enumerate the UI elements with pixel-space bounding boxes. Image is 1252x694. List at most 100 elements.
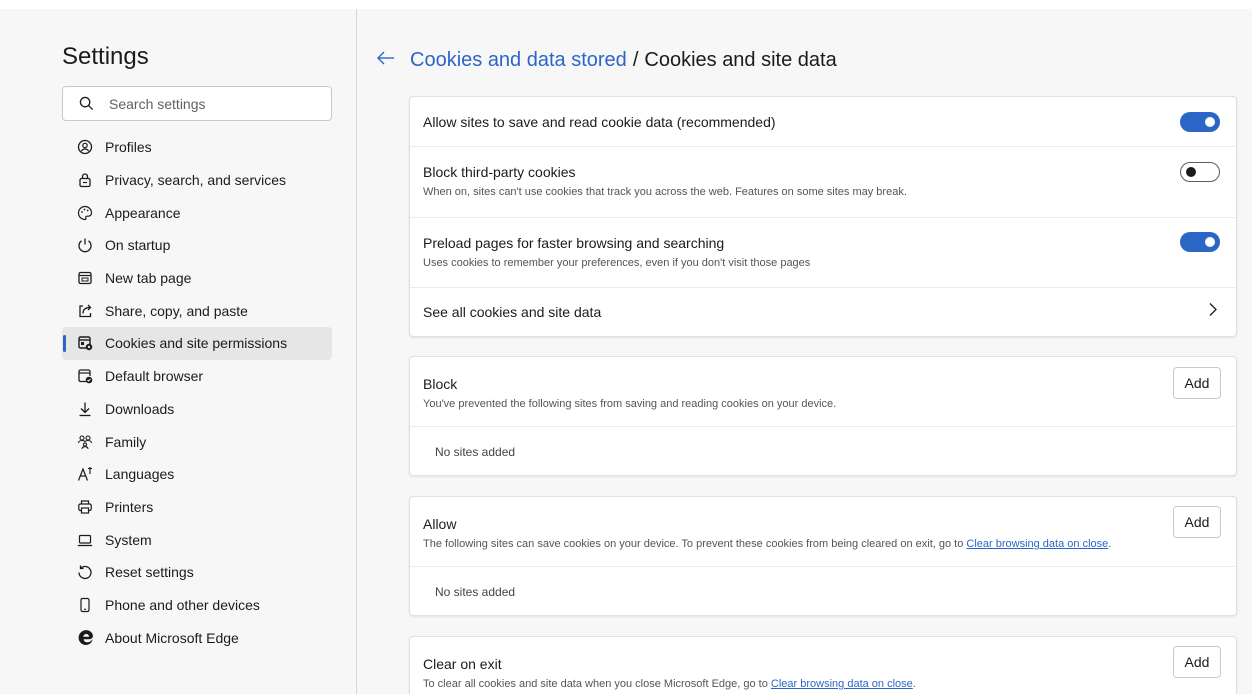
allow-cookies-toggle[interactable] <box>1180 112 1220 132</box>
laptop-icon <box>76 531 94 549</box>
sidebar-item-label: On startup <box>105 237 171 254</box>
page-title: Cookies and site data <box>644 49 837 71</box>
setting-description: Uses cookies to remember your preference… <box>423 257 811 269</box>
block-empty-row: No sites added <box>410 427 1236 476</box>
description-period: . <box>1108 538 1112 550</box>
breadcrumb-separator: / <box>632 49 639 71</box>
search-input[interactable] <box>109 95 309 112</box>
page-header: Cookies and data stored / Cookies and si… <box>376 49 837 72</box>
allow-header-row: Allow The following sites can save cooki… <box>410 497 1236 567</box>
sidebar-item-label: Privacy, search, and services <box>105 172 287 189</box>
sidebar-item-label: New tab page <box>105 270 192 287</box>
sidebar: Settings Profiles Privacy, search, and s… <box>0 9 357 694</box>
sidebar-item-label: Profiles <box>105 139 152 156</box>
sidebar-item-about-edge[interactable]: About Microsoft Edge <box>62 621 332 654</box>
setting-title: Block third-party cookies <box>423 164 576 180</box>
lock-icon <box>76 171 94 189</box>
sidebar-item-new-tab-page[interactable]: New tab page <box>62 262 332 295</box>
description-text: To clear all cookies and site data when … <box>423 678 768 690</box>
printer-icon <box>76 498 94 516</box>
sidebar-item-label: Family <box>105 433 147 450</box>
setting-title: Allow sites to save and read cookie data… <box>423 113 776 130</box>
download-icon <box>76 400 94 418</box>
setting-row-block-third-party: Block third-party cookies When on, sites… <box>410 147 1236 218</box>
sidebar-item-label: Printers <box>105 498 154 515</box>
empty-list-text: No sites added <box>435 584 516 599</box>
sidebar-item-label: Cookies and site permissions <box>105 335 288 352</box>
sidebar-item-label: Reset settings <box>105 564 194 581</box>
block-header-row: Block You've prevented the following sit… <box>410 357 1236 427</box>
sidebar-item-phone-devices[interactable]: Phone and other devices <box>62 589 332 622</box>
main-content: Cookies and data stored / Cookies and si… <box>358 9 1252 694</box>
reset-icon <box>76 563 94 581</box>
sidebar-item-cookies-site-permissions[interactable]: Cookies and site permissions <box>62 327 332 360</box>
section-title: Clear on exit <box>423 656 502 672</box>
setting-title: See all cookies and site data <box>423 304 602 320</box>
cookies-icon <box>76 334 94 352</box>
settings-title: Settings <box>62 43 149 70</box>
sidebar-item-label: System <box>105 531 152 548</box>
cookie-settings-card: Allow sites to save and read cookie data… <box>409 96 1237 337</box>
sidebar-nav: Profiles Privacy, search, and services A… <box>62 131 332 654</box>
clear-header-row: Clear on exit To clear all cookies and s… <box>410 637 1236 694</box>
sidebar-item-privacy[interactable]: Privacy, search, and services <box>62 164 332 197</box>
description-period: . <box>912 678 916 690</box>
share-icon <box>76 302 94 320</box>
chevron-right-icon <box>1208 303 1218 322</box>
sidebar-item-languages[interactable]: Languages <box>62 458 332 491</box>
profile-icon <box>76 138 94 156</box>
section-title: Block <box>423 376 458 392</box>
back-arrow-icon[interactable] <box>376 49 396 72</box>
section-description: To clear all cookies and site data when … <box>423 678 1220 690</box>
block-add-button[interactable]: Add <box>1173 367 1221 399</box>
allow-card: Allow The following sites can save cooki… <box>409 496 1237 616</box>
sidebar-item-share-copy-paste[interactable]: Share, copy, and paste <box>62 294 332 327</box>
sidebar-item-label: Default browser <box>105 368 204 385</box>
clear-browsing-data-link[interactable]: Clear browsing data on close <box>771 678 913 690</box>
setting-title: Preload pages for faster browsing and se… <box>423 235 725 251</box>
setting-description: When on, sites can't use cookies that tr… <box>423 186 907 198</box>
sidebar-item-label: Share, copy, and paste <box>105 302 248 319</box>
section-description: The following sites can save cookies on … <box>423 538 1220 550</box>
setting-row-see-all-cookies[interactable]: See all cookies and site data <box>410 288 1236 336</box>
search-icon <box>63 96 109 111</box>
clear-add-button[interactable]: Add <box>1173 646 1221 678</box>
sidebar-item-profiles[interactable]: Profiles <box>62 131 332 164</box>
sidebar-item-on-startup[interactable]: On startup <box>62 229 332 262</box>
languages-icon <box>76 465 94 483</box>
palette-icon <box>76 204 94 222</box>
new-tab-icon <box>76 269 94 287</box>
block-third-party-toggle[interactable] <box>1180 162 1220 182</box>
description-text: The following sites can save cookies on … <box>423 538 964 550</box>
clear-browsing-data-link[interactable]: Clear browsing data on close <box>966 538 1108 550</box>
sidebar-item-reset-settings[interactable]: Reset settings <box>62 556 332 589</box>
sidebar-item-printers[interactable]: Printers <box>62 491 332 524</box>
block-card: Block You've prevented the following sit… <box>409 356 1237 476</box>
sidebar-item-family[interactable]: Family <box>62 425 332 458</box>
sidebar-item-system[interactable]: System <box>62 523 332 556</box>
family-icon <box>76 433 94 451</box>
sidebar-item-downloads[interactable]: Downloads <box>62 393 332 426</box>
search-box[interactable] <box>62 86 332 121</box>
section-description: You've prevented the following sites fro… <box>423 398 837 410</box>
power-icon <box>76 236 94 254</box>
clear-on-exit-card: Clear on exit To clear all cookies and s… <box>409 636 1237 694</box>
edge-logo-icon <box>76 629 94 647</box>
sidebar-item-label: Appearance <box>105 204 181 221</box>
breadcrumb-parent-link[interactable]: Cookies and data stored <box>410 49 627 72</box>
phone-icon <box>76 596 94 614</box>
allow-empty-row: No sites added <box>410 567 1236 616</box>
sidebar-item-label: Phone and other devices <box>105 596 260 613</box>
setting-row-allow-cookies: Allow sites to save and read cookie data… <box>410 97 1236 147</box>
empty-list-text: No sites added <box>435 444 516 459</box>
sidebar-item-default-browser[interactable]: Default browser <box>62 360 332 393</box>
sidebar-item-label: Languages <box>105 466 175 483</box>
top-strip <box>0 0 1252 9</box>
allow-add-button[interactable]: Add <box>1173 506 1221 538</box>
sidebar-item-label: Downloads <box>105 400 175 417</box>
preload-pages-toggle[interactable] <box>1180 232 1220 252</box>
section-title: Allow <box>423 516 457 532</box>
sidebar-item-label: About Microsoft Edge <box>105 629 239 646</box>
default-browser-icon <box>76 367 94 385</box>
sidebar-item-appearance[interactable]: Appearance <box>62 196 332 229</box>
